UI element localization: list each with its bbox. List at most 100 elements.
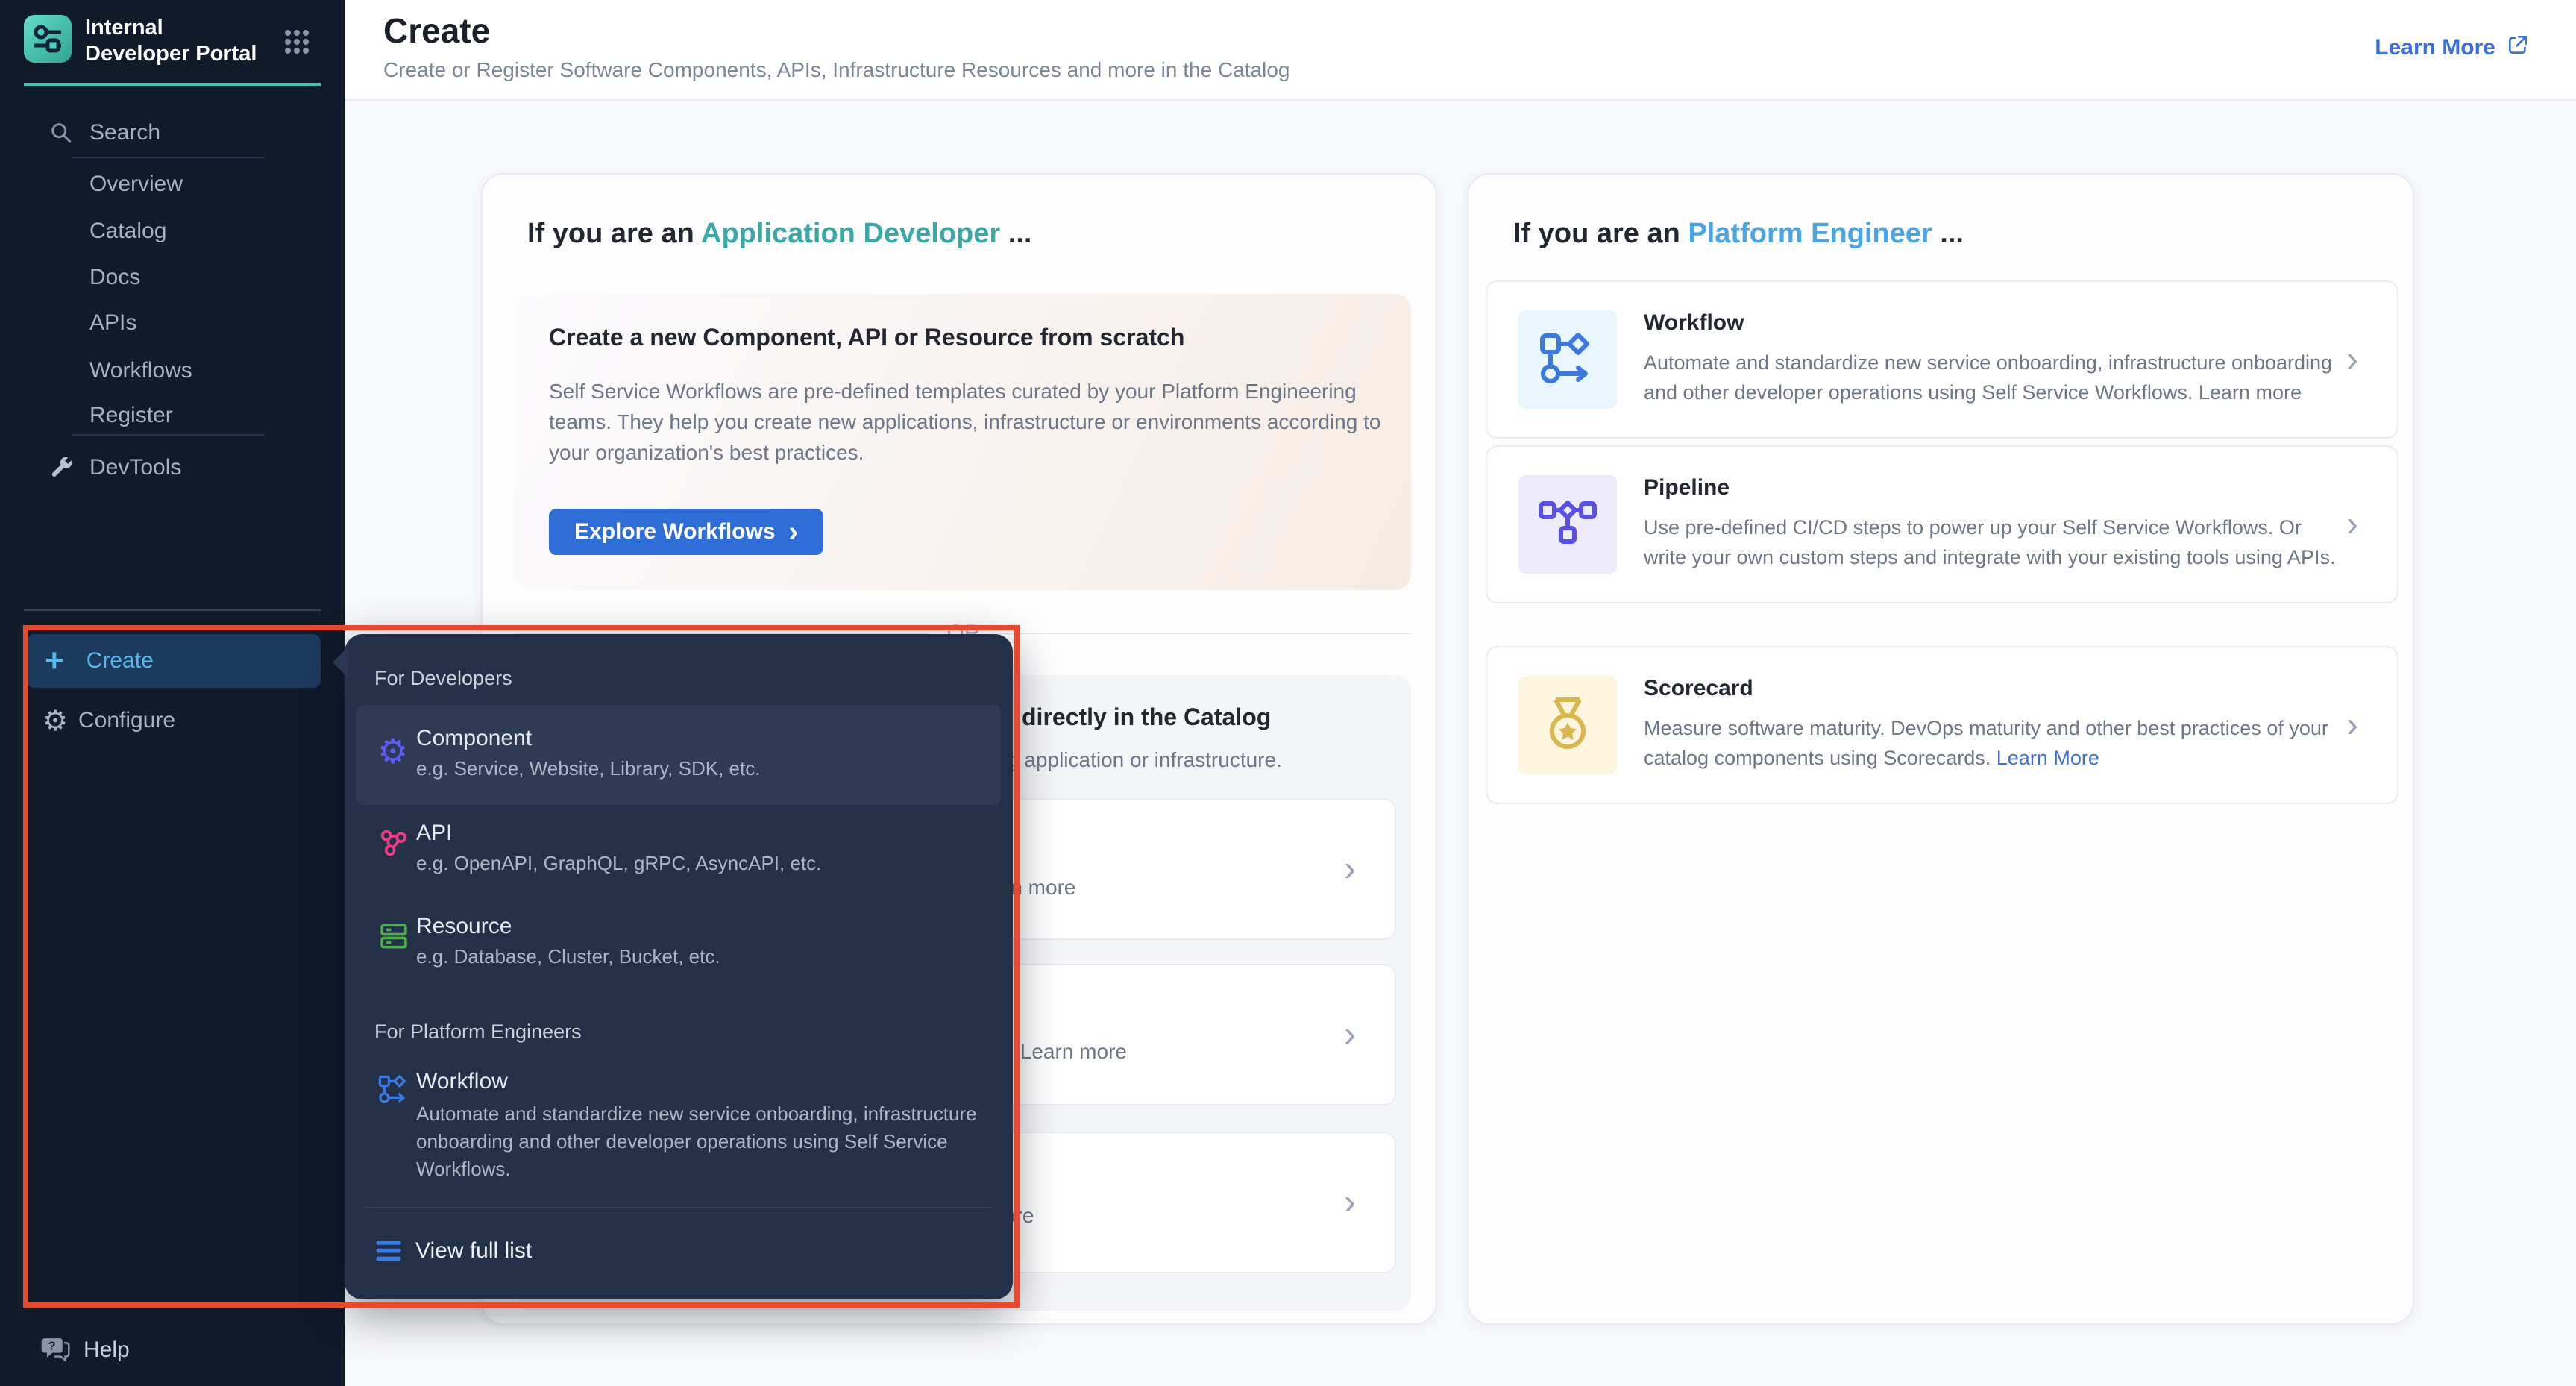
list-icon <box>374 1237 403 1265</box>
create-from-scratch-panel: Create a new Component, API or Resource … <box>516 294 1411 590</box>
heading-accent: Platform Engineer <box>1688 218 1932 249</box>
gear-icon: ⚙ <box>42 707 69 734</box>
sidebar-divider <box>72 157 264 158</box>
app-logo-icon <box>24 15 72 63</box>
panel-body: Self Service Workflows are pre-defined t… <box>549 376 1392 468</box>
row-text-fragment: rn more <box>1004 876 1075 900</box>
item-title: API <box>416 821 452 846</box>
app-logo-row[interactable]: Internal Developer Portal <box>24 15 268 67</box>
flyout-item-resource[interactable]: Resource e.g. Database, Cluster, Bucket,… <box>356 906 1001 996</box>
page-subtitle: Create or Register Software Components, … <box>383 58 1289 82</box>
row-text-fragment: l. Learn more <box>1004 1040 1127 1064</box>
item-title: Resource <box>416 914 512 939</box>
resource-icon <box>377 920 410 953</box>
page-title: Create <box>383 10 490 51</box>
heading-prefix: If you are an <box>1513 218 1688 249</box>
page-header: Create Create or Register Software Compo… <box>345 0 2576 101</box>
sidebar-item-overview[interactable]: Overview <box>0 162 345 207</box>
sidebar-item-label: Catalog <box>89 219 166 244</box>
workflow-icon <box>1518 310 1617 409</box>
sidebar-divider <box>72 434 264 436</box>
chevron-right-icon: › <box>2346 504 2358 545</box>
learn-more-link[interactable]: Learn More <box>1997 747 2099 769</box>
learn-more-label: Learn More <box>2375 35 2495 60</box>
create-flyout-menu: For Developers ⚙ Component e.g. Service,… <box>345 634 1013 1299</box>
item-title: Component <box>416 726 532 751</box>
sidebar-item-catalog[interactable]: Catalog <box>0 209 345 254</box>
panel-title: Create a new Component, API or Resource … <box>549 324 1184 351</box>
divider-line <box>999 633 1412 634</box>
sidebar-item-register[interactable]: Register <box>0 393 345 438</box>
item-subtitle: e.g. Database, Cluster, Bucket, etc. <box>416 945 720 968</box>
app-grid-icon[interactable] <box>282 27 312 57</box>
section-label-developers: For Developers <box>374 667 512 690</box>
chevron-right-icon: › <box>1344 1015 1356 1056</box>
sidebar-item-label: Workflows <box>89 358 192 383</box>
item-description: Automate and standardize new service onb… <box>416 1100 1020 1183</box>
flyout-divider <box>365 1207 992 1208</box>
chevron-right-icon: › <box>789 521 799 543</box>
item-subtitle: e.g. OpenAPI, GraphQL, gRPC, AsyncAPI, e… <box>416 852 821 875</box>
view-full-list-item[interactable]: View full list <box>345 1225 1013 1277</box>
row-description: Automate and standardize new service onb… <box>1644 348 2337 407</box>
sidebar-item-help[interactable]: ? Help <box>0 1329 345 1371</box>
wrench-icon <box>48 454 75 481</box>
chevron-right-icon: › <box>2346 339 2358 380</box>
workflow-row[interactable]: Workflow Automate and standardize new se… <box>1486 280 2398 439</box>
platform-engineer-card: If you are an Platform Engineer ... Work… <box>1467 173 2414 1325</box>
row-title: Workflow <box>1644 310 1744 336</box>
row-description-text: Measure software maturity. DevOps maturi… <box>1644 717 2328 769</box>
view-full-list-label: View full list <box>415 1238 532 1264</box>
row-title: Scorecard <box>1644 676 1753 701</box>
sidebar-item-label: Help <box>84 1338 130 1363</box>
item-title: Workflow <box>416 1069 508 1094</box>
learn-more-link[interactable]: Learn More <box>2375 33 2530 63</box>
panel-subtitle-fragment: g application or infrastructure. <box>1007 748 1282 772</box>
row-title: Pipeline <box>1644 475 1730 501</box>
sidebar-item-label: Overview <box>89 172 183 197</box>
sidebar-item-apis[interactable]: APIs <box>0 301 345 345</box>
panel-title-fragment: directly in the Catalog <box>1022 703 1271 731</box>
explore-workflows-button[interactable]: Explore Workflows › <box>549 509 823 555</box>
sidebar-item-label: Configure <box>78 708 175 733</box>
item-subtitle: e.g. Service, Website, Library, SDK, etc… <box>416 757 760 780</box>
sidebar-item-configure[interactable]: ⚙ Configure <box>0 698 345 743</box>
sidebar-item-label: Docs <box>89 265 140 290</box>
scorecard-icon <box>1518 676 1617 774</box>
plus-icon: + <box>45 646 64 676</box>
heading-accent: Application Developer <box>701 218 1000 249</box>
sidebar: Internal Developer Portal Search Overvie… <box>0 0 345 1386</box>
gear-icon: ⚙ <box>377 735 410 768</box>
pipeline-row[interactable]: Pipeline Use pre-defined CI/CD steps to … <box>1486 445 2398 603</box>
sidebar-item-search[interactable]: Search <box>0 110 345 155</box>
heading-prefix: If you are an <box>527 218 701 249</box>
sidebar-item-create[interactable]: + Create <box>27 634 321 688</box>
button-label: Explore Workflows <box>574 519 776 545</box>
svg-text:?: ? <box>48 1340 56 1352</box>
heading-suffix: ... <box>1932 218 1964 249</box>
help-chat-icon: ? <box>39 1334 72 1367</box>
flyout-item-api[interactable]: API e.g. OpenAPI, GraphQL, gRPC, AsyncAP… <box>356 813 1001 903</box>
sidebar-item-workflows[interactable]: Workflows <box>0 348 345 393</box>
sidebar-accent-divider <box>24 83 321 86</box>
row-description: Use pre-defined CI/CD steps to power up … <box>1644 512 2337 572</box>
sidebar-item-label: Search <box>89 120 160 145</box>
sidebar-item-label: Register <box>89 403 173 428</box>
sidebar-item-label: DevTools <box>89 455 181 480</box>
workflow-icon <box>377 1073 410 1106</box>
pipeline-icon <box>1518 475 1617 574</box>
card-heading: If you are an Platform Engineer ... <box>1513 218 1964 250</box>
card-heading: If you are an Application Developer ... <box>527 218 1031 250</box>
sidebar-item-docs[interactable]: Docs <box>0 255 345 300</box>
section-label-platform-engineers: For Platform Engineers <box>374 1020 582 1044</box>
sidebar-item-label: APIs <box>89 310 136 336</box>
row-description: Measure software maturity. DevOps maturi… <box>1644 713 2337 773</box>
chevron-right-icon: › <box>1344 1182 1356 1223</box>
flyout-item-component[interactable]: ⚙ Component e.g. Service, Website, Libra… <box>356 705 1001 805</box>
flyout-item-workflow[interactable]: Workflow Automate and standardize new se… <box>356 1063 1001 1197</box>
sidebar-item-label: Create <box>87 648 154 674</box>
scorecard-row[interactable]: Scorecard Measure software maturity. Dev… <box>1486 646 2398 804</box>
external-link-icon <box>2506 33 2530 63</box>
sidebar-item-devtools[interactable]: DevTools <box>0 445 345 490</box>
heading-suffix: ... <box>1000 218 1031 249</box>
